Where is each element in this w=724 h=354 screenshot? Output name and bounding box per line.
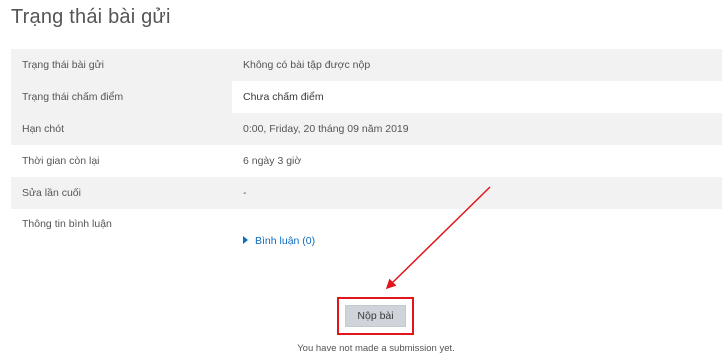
table-row: Trạng thái chấm điểm Chưa chấm điểm bbox=[11, 81, 722, 113]
page-title: Trạng thái bài gửi bbox=[11, 6, 171, 28]
comments-toggle-link[interactable]: Bình luận (0) bbox=[243, 235, 315, 247]
row-label: Thông tin bình luận bbox=[11, 209, 232, 286]
submission-status-table: Trạng thái bài gửi Không có bài tập được… bbox=[11, 49, 722, 286]
table-row: Thời gian còn lại 6 ngày 3 giờ bbox=[11, 145, 722, 177]
comments-cell: Bình luận (0) bbox=[232, 209, 722, 286]
row-value: 6 ngày 3 giờ bbox=[232, 145, 722, 177]
row-label: Thời gian còn lại bbox=[11, 145, 232, 177]
row-value: Không có bài tập được nộp bbox=[232, 49, 722, 81]
row-value: - bbox=[232, 177, 722, 209]
submission-note: You have not made a submission yet. bbox=[297, 343, 455, 354]
row-label: Hạn chót bbox=[11, 113, 232, 145]
table-row: Hạn chót 0:00, Friday, 20 tháng 09 năm 2… bbox=[11, 113, 722, 145]
table-row: Thông tin bình luận Bình luận (0) bbox=[11, 209, 722, 286]
submit-highlight-box: Nộp bài bbox=[337, 297, 414, 335]
row-label: Sửa lần cuối bbox=[11, 177, 232, 209]
row-label: Trạng thái bài gửi bbox=[11, 49, 232, 81]
row-value: Chưa chấm điểm bbox=[232, 81, 722, 113]
table-row: Trạng thái bài gửi Không có bài tập được… bbox=[11, 49, 722, 81]
comments-link-label: Bình luận (0) bbox=[255, 235, 316, 247]
row-value: 0:00, Friday, 20 tháng 09 năm 2019 bbox=[232, 113, 722, 145]
submit-button[interactable]: Nộp bài bbox=[345, 305, 406, 327]
caret-right-icon bbox=[243, 236, 248, 244]
table-row: Sửa lần cuối - bbox=[11, 177, 722, 209]
row-label: Trạng thái chấm điểm bbox=[11, 81, 232, 113]
